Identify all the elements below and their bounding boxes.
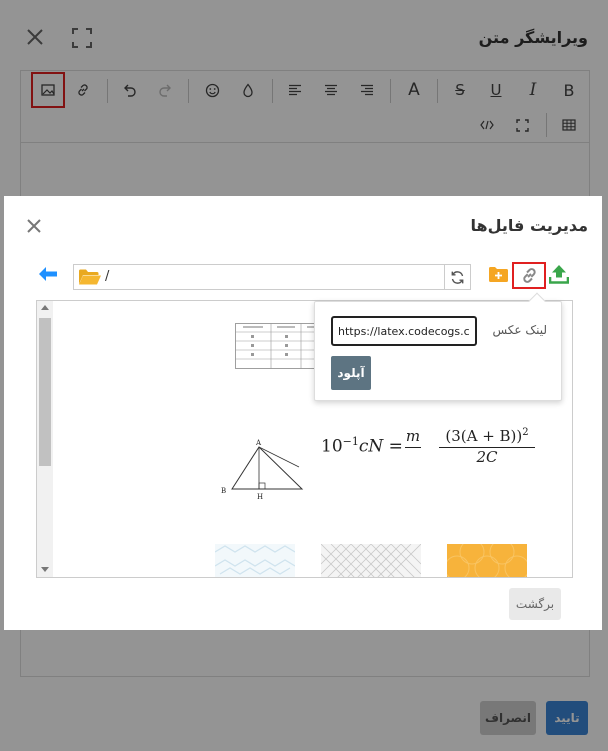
back-arrow-icon[interactable] bbox=[38, 266, 58, 286]
folder-open-icon bbox=[78, 268, 102, 290]
formula-fraction-denominator bbox=[405, 447, 421, 463]
image-link-input[interactable] bbox=[331, 316, 477, 346]
upload-icon[interactable] bbox=[548, 264, 570, 288]
scroll-thumb[interactable] bbox=[39, 318, 51, 466]
formula-right-denominator: 2C bbox=[439, 447, 535, 466]
image-thumbnail-pattern-blue[interactable] bbox=[214, 544, 296, 577]
upload-link-button[interactable]: آپلود bbox=[331, 356, 371, 390]
scroll-up-arrow-icon[interactable] bbox=[41, 305, 49, 310]
image-thumbnail-pattern-orange[interactable] bbox=[444, 539, 530, 577]
image-thumbnail-triangle[interactable]: A B H bbox=[207, 439, 307, 505]
refresh-icon bbox=[451, 270, 464, 284]
image-link-button[interactable] bbox=[512, 262, 546, 289]
scroll-down-arrow-icon[interactable] bbox=[41, 567, 49, 572]
formula-fraction-numerator: m bbox=[405, 427, 421, 445]
close-icon[interactable] bbox=[26, 218, 42, 238]
formula-exponent: −1 bbox=[342, 435, 359, 448]
back-button[interactable]: برگشت bbox=[509, 588, 561, 620]
vertical-scrollbar[interactable] bbox=[37, 301, 53, 577]
triangle-label-b: B bbox=[221, 487, 226, 495]
new-folder-icon[interactable] bbox=[488, 266, 509, 287]
formula-right-numerator: (3(A + B)) bbox=[445, 427, 523, 445]
triangle-label-a: A bbox=[255, 439, 262, 447]
path-bar: / bbox=[73, 264, 471, 290]
current-path: / bbox=[105, 269, 110, 284]
image-link-label: لینک عکس bbox=[492, 323, 547, 337]
image-link-popover: لینک عکس آپلود bbox=[314, 292, 562, 401]
file-manager-dialog: مدیریت فایل‌ها / bbox=[4, 196, 602, 630]
formula-right-exponent: 2 bbox=[522, 427, 529, 438]
formula-left: cN = bbox=[358, 436, 403, 457]
link-icon bbox=[522, 268, 536, 283]
triangle-label-h: H bbox=[257, 493, 263, 501]
popover-arrow bbox=[528, 292, 546, 310]
image-thumbnail-pattern-grey[interactable] bbox=[310, 543, 422, 577]
image-thumbnail-formula[interactable]: 10−1cN = m (3(A + B))2 2C bbox=[321, 427, 551, 477]
refresh-button[interactable] bbox=[444, 264, 470, 290]
formula-base: 10 bbox=[321, 436, 343, 457]
file-manager-title: مدیریت فایل‌ها bbox=[470, 216, 589, 235]
